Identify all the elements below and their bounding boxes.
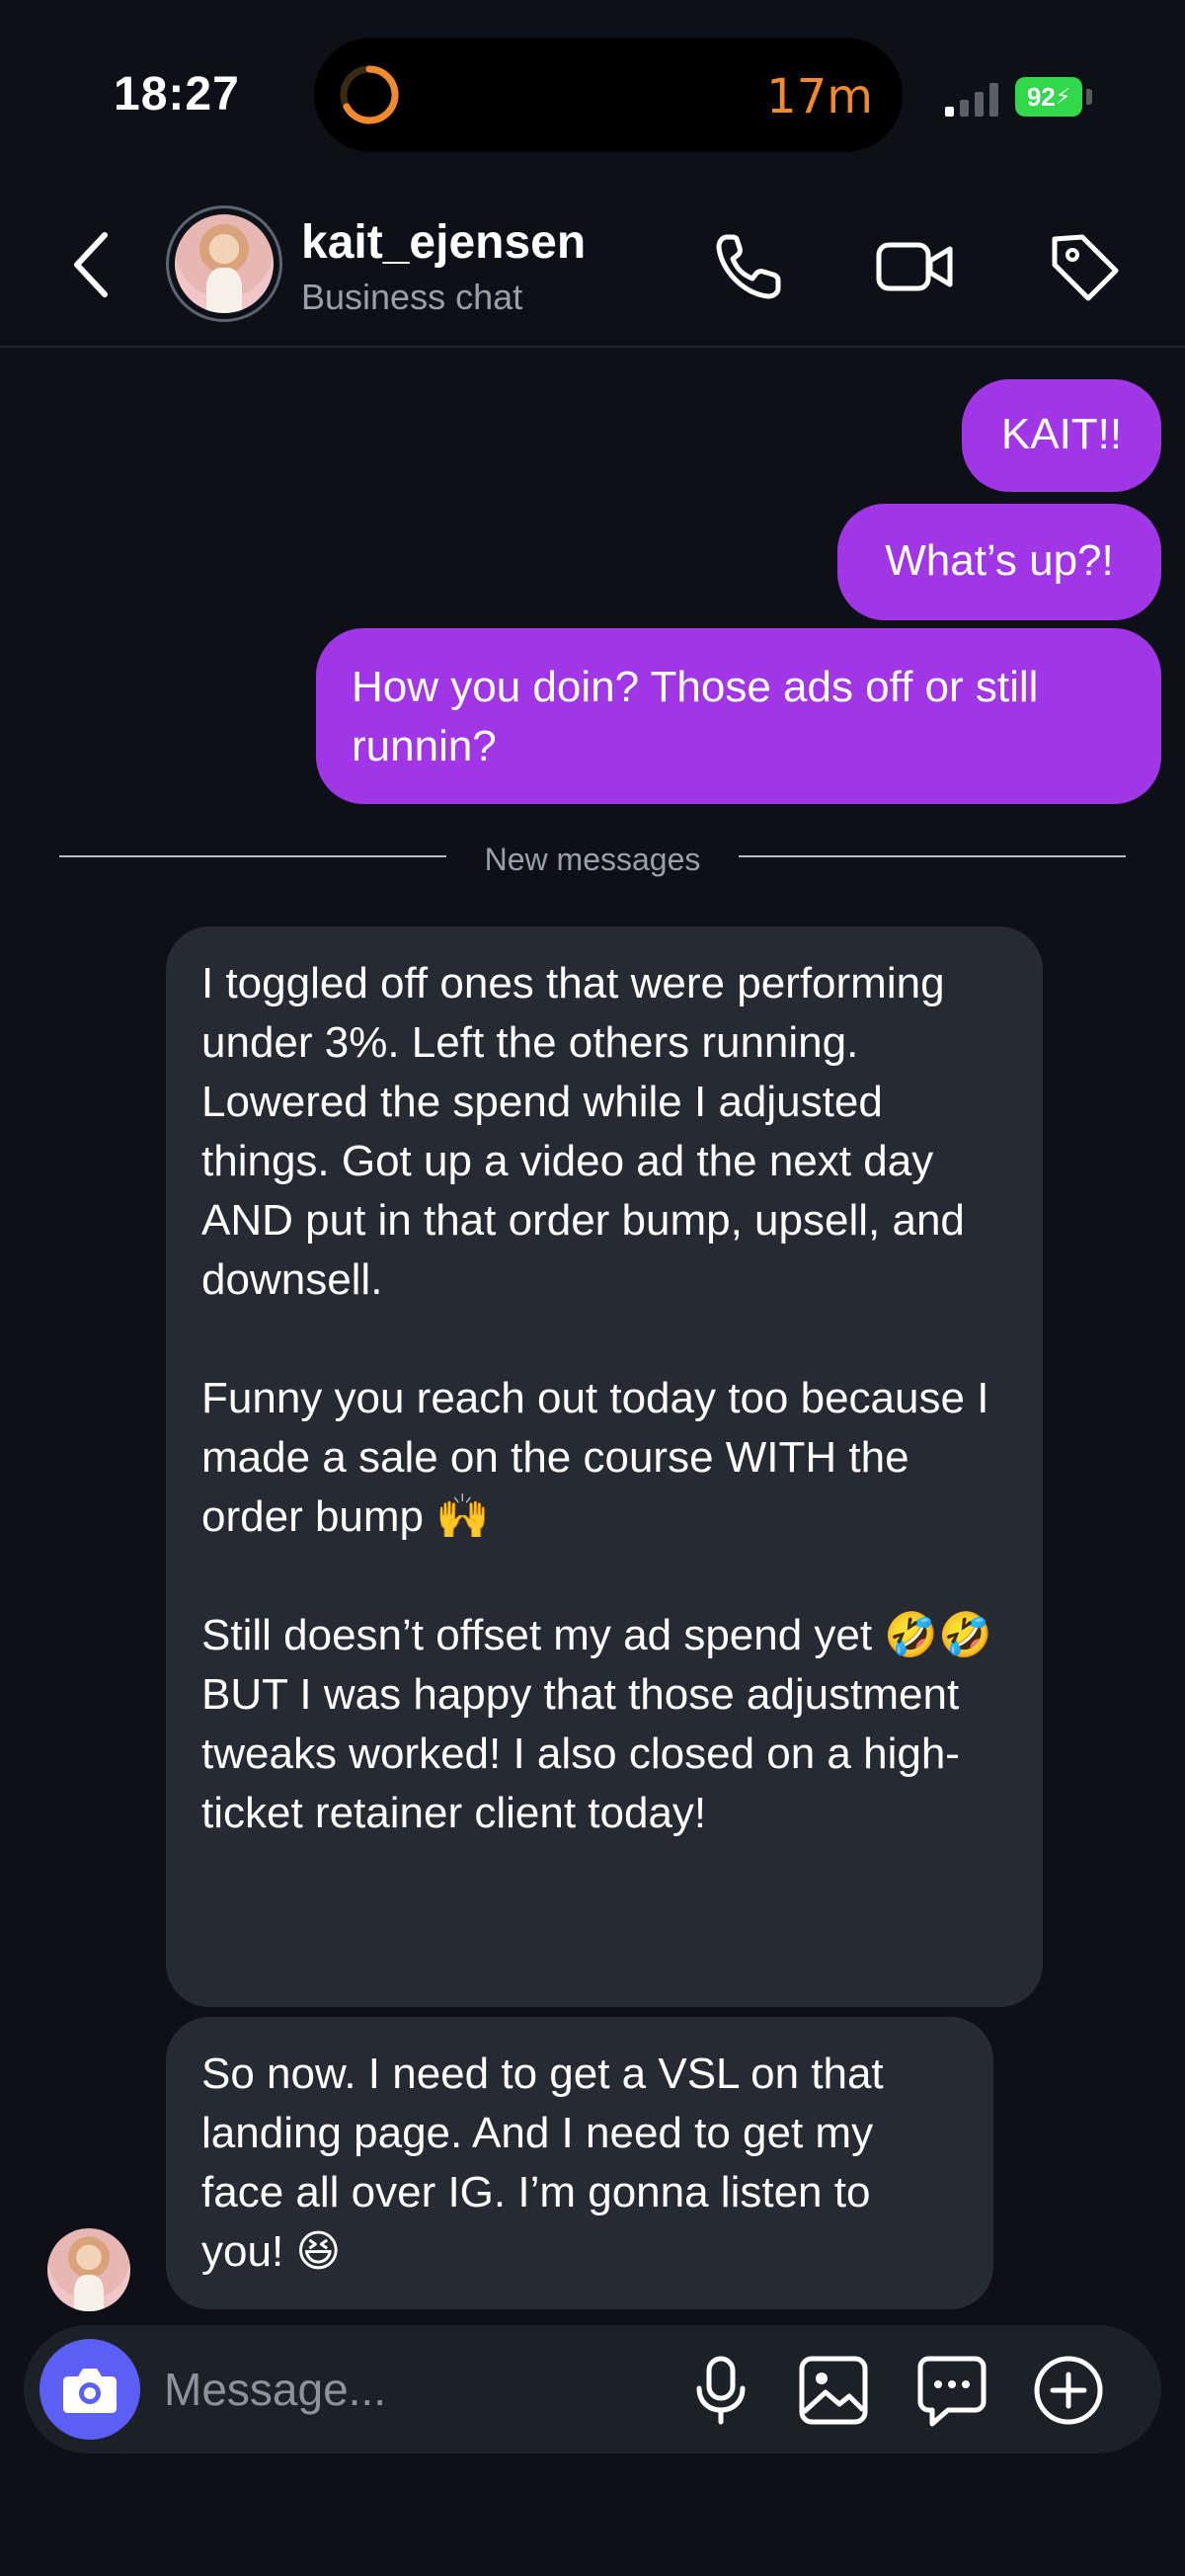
image-icon[interactable] — [796, 2353, 871, 2428]
message-bubble-incoming[interactable]: I toggled off ones that were performing … — [166, 926, 1043, 2007]
back-chevron-icon[interactable] — [59, 225, 128, 304]
avatar-image — [175, 214, 274, 313]
contact-avatar[interactable] — [166, 205, 282, 322]
tag-icon[interactable] — [1043, 225, 1126, 308]
message-paragraph: Funny you reach out today too because I … — [201, 1374, 989, 1541]
timer-text: 17m — [766, 69, 873, 124]
message-bubble-incoming[interactable]: So now. I need to get a VSL on that land… — [166, 2017, 993, 2309]
divider-line — [739, 855, 1126, 857]
video-camera-icon[interactable] — [873, 225, 956, 308]
message-bubble-outgoing[interactable]: How you doin? Those ads off or still run… — [316, 628, 1161, 804]
battery-indicator: 92 ⚡ — [1015, 77, 1082, 117]
cellular-signal-icon — [945, 83, 998, 117]
message-paragraph: Still doesn’t offset my ad spend yet 🤣🤣 … — [201, 1611, 992, 1837]
message-composer — [24, 2325, 1161, 2454]
plus-circle-icon[interactable] — [1031, 2353, 1106, 2428]
clock-time: 18:27 — [114, 68, 240, 121]
status-bar: 18:27 17m 92 ⚡ — [0, 0, 1185, 188]
timer-ring-icon — [340, 65, 399, 124]
message-input[interactable] — [164, 2355, 677, 2424]
message-paragraph: I toggled off ones that were performing … — [201, 959, 965, 1304]
chat-header: kait_ejensen Business chat — [0, 188, 1185, 348]
divider-label: New messages — [484, 842, 701, 877]
new-messages-divider: New messages — [59, 842, 1126, 877]
message-bubble-outgoing[interactable]: What’s up?! — [837, 504, 1161, 620]
sender-avatar[interactable] — [47, 2228, 130, 2311]
message-paragraph: So now. I need to get a VSL on that land… — [201, 2050, 884, 2276]
phone-icon[interactable] — [707, 225, 790, 308]
camera-icon — [63, 2369, 117, 2413]
dynamic-island[interactable]: 17m — [314, 38, 903, 152]
sticker-chat-icon[interactable] — [914, 2353, 989, 2428]
message-bubble-outgoing[interactable]: KAIT!! — [962, 379, 1161, 492]
contact-subtitle: Business chat — [301, 277, 523, 317]
contact-name[interactable]: kait_ejensen — [301, 215, 586, 270]
camera-button[interactable] — [40, 2339, 140, 2440]
battery-nub — [1086, 89, 1092, 105]
battery-level: 92 — [1026, 81, 1056, 112]
microphone-icon[interactable] — [683, 2353, 758, 2428]
chat-screen: 18:27 17m 92 ⚡ kait_ejensen Business chat — [0, 0, 1185, 2576]
